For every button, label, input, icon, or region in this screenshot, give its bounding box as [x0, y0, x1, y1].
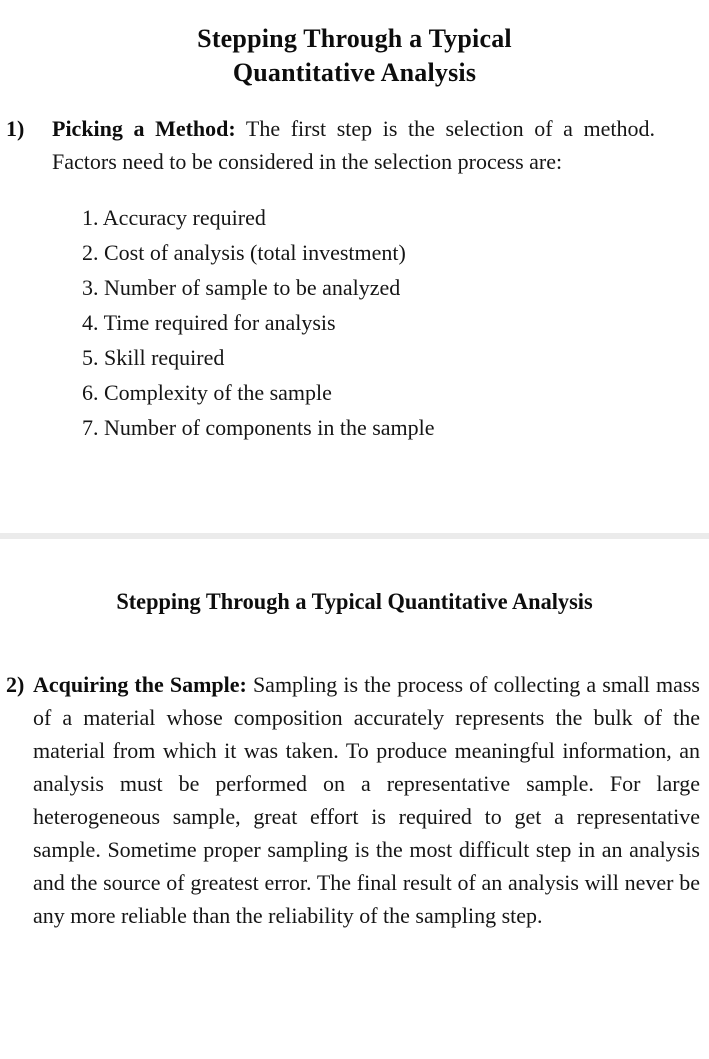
list-item: 4. Time required for analysis	[82, 310, 336, 335]
section-two-title: Stepping Through a Typical Quantitative …	[116, 589, 593, 614]
item-2-body: Sampling is the process of collecting a …	[33, 672, 700, 928]
list-item: 2. Cost of analysis (total investment)	[82, 240, 406, 265]
item-1-marker: 1)	[6, 116, 25, 141]
item-1-paragraph: Picking a Method: The first step is the …	[52, 112, 655, 178]
section-one: Stepping Through a Typical Quantitative …	[0, 0, 709, 445]
list-item: 7. Number of components in the sample	[82, 415, 435, 440]
page-title-line-2: Quantitative Analysis	[232, 58, 477, 87]
list-item: 3. Number of sample to be analyzed	[82, 275, 401, 300]
section-two: Stepping Through a Typical Quantitative …	[0, 539, 709, 954]
list-item: 6. Complexity of the sample	[82, 380, 332, 405]
factors-sub-list: 1. Accuracy required 2. Cost of analysis…	[0, 200, 709, 445]
document-page: Stepping Through a Typical Quantitative …	[0, 0, 709, 1059]
numbered-item-1: 1) Picking a Method: The first step is t…	[0, 112, 709, 178]
item-1-lead-label: Picking a Method:	[52, 116, 236, 141]
item-2-paragraph: Acquiring the Sample: Sampling is the pr…	[33, 668, 700, 932]
list-item: 5. Skill required	[82, 345, 225, 370]
item-2-marker: 2)	[6, 672, 25, 697]
page-title-line-1: Stepping Through a Typical	[197, 24, 512, 53]
item-2-lead-label: Acquiring the Sample:	[33, 672, 247, 697]
list-item: 1. Accuracy required	[82, 205, 266, 230]
numbered-item-2: 2) Acquiring the Sample: Sampling is the…	[0, 668, 709, 932]
page-title: Stepping Through a Typical Quantitative …	[120, 22, 590, 90]
